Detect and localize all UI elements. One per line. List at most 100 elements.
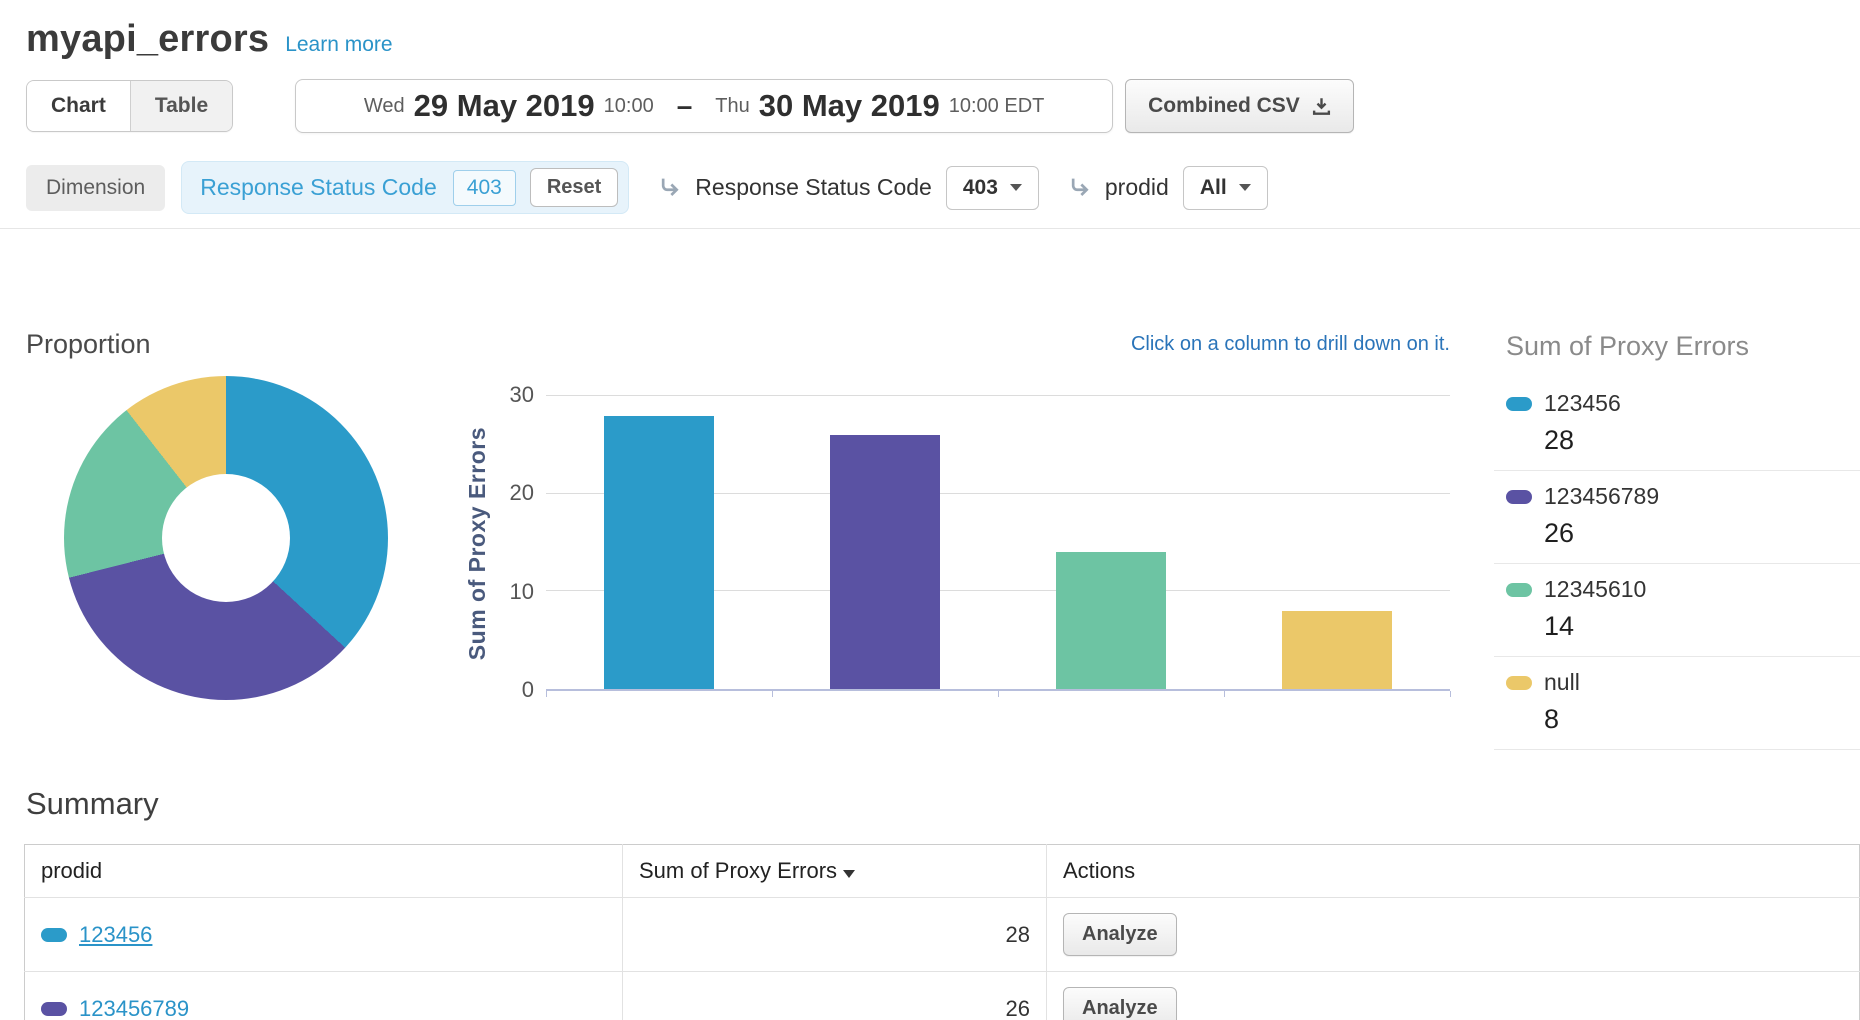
legend-value: 8 (1544, 704, 1860, 735)
active-filter-chip: Response Status Code 403 Reset (181, 161, 629, 214)
prodid-link[interactable]: 123456789 (79, 996, 189, 1020)
y-axis-tick-label: 10 (510, 579, 534, 605)
download-icon (1312, 97, 1331, 116)
prodid-select-value: All (1200, 176, 1227, 200)
column-header-prodid: prodid (25, 845, 623, 898)
legend-swatch (1506, 676, 1532, 690)
table-header-row: prodid Sum of Proxy Errors Actions (25, 845, 1860, 898)
status-code-select[interactable]: 403 (946, 166, 1039, 210)
legend-label: 123456 (1544, 390, 1621, 417)
combined-csv-label: Combined CSV (1148, 94, 1300, 118)
drilldown-label: Response Status Code (695, 174, 932, 201)
y-axis-label: Sum of Proxy Errors (464, 427, 491, 660)
analyze-button[interactable]: Analyze (1063, 987, 1177, 1020)
proportion-title: Proportion (26, 329, 426, 360)
donut-chart[interactable] (64, 376, 388, 700)
proportion-panel: Proportion (26, 329, 426, 750)
analyze-button[interactable]: Analyze (1063, 913, 1177, 956)
column-header-sum[interactable]: Sum of Proxy Errors (623, 845, 1047, 898)
chevron-down-icon (1010, 184, 1022, 191)
proportion-chart-card (26, 368, 426, 708)
y-axis-tick-label: 30 (510, 382, 534, 408)
y-axis-label-area: Sum of Proxy Errors (454, 396, 500, 691)
legend-swatch (1506, 397, 1532, 411)
drilldown-hint: Click on a column to drill down on it. (454, 329, 1450, 356)
filter-chip-label: Response Status Code (200, 174, 437, 201)
charts-section: Proportion Click on a column to drill do… (0, 229, 1860, 750)
filter-chip-value: 403 (453, 170, 516, 206)
y-axis-ticks: 0102030 (500, 396, 546, 691)
drilldown-arrow-icon (655, 174, 683, 202)
legend-items: 12345628123456789261234561014null8 (1494, 378, 1860, 750)
y-axis-tick-label: 20 (510, 480, 534, 506)
legend-label: 123456789 (1544, 483, 1659, 510)
bar-chart: Sum of Proxy Errors 0102030 (454, 396, 1450, 691)
bar-column[interactable] (830, 435, 940, 689)
bar-slot (546, 396, 772, 689)
view-toggle: Chart Table (26, 80, 233, 132)
date-start-day: Wed (364, 95, 405, 118)
actions-cell: Analyze (1047, 972, 1860, 1020)
sort-desc-icon (843, 870, 855, 878)
bar-slot (998, 396, 1224, 689)
y-axis-tick-label: 0 (522, 677, 534, 703)
bar-slot (772, 396, 998, 689)
filter-bar: Dimension Response Status Code 403 Reset… (26, 161, 1834, 214)
summary-table: prodid Sum of Proxy Errors Actions 12345… (24, 844, 1860, 1020)
legend-title: Sum of Proxy Errors (1506, 331, 1860, 362)
tab-chart[interactable]: Chart (27, 81, 130, 131)
tab-table[interactable]: Table (130, 81, 232, 131)
prodid-cell: 123456789 (25, 972, 623, 1020)
page: myapi_errors Learn more Chart Table Wed … (0, 0, 1860, 1020)
legend-item-row: 123456 (1506, 390, 1860, 417)
prodid-select[interactable]: All (1183, 166, 1268, 210)
date-end-time: 10:00 EDT (949, 95, 1045, 118)
bar-chart-panel: Click on a column to drill down on it. S… (454, 329, 1480, 750)
legend-swatch (1506, 490, 1532, 504)
bar-slot (1224, 396, 1450, 689)
legend-item-row: null (1506, 669, 1860, 696)
date-start-time: 10:00 (604, 95, 654, 118)
row-swatch (41, 928, 67, 942)
legend: Sum of Proxy Errors 12345628123456789261… (1480, 329, 1860, 750)
row-swatch (41, 1002, 67, 1016)
toolbar: Chart Table Wed 29 May 2019 10:00 – Thu … (26, 79, 1834, 133)
combined-csv-button[interactable]: Combined CSV (1125, 79, 1354, 133)
summary-title: Summary (26, 786, 1860, 822)
sum-cell: 26 (623, 972, 1047, 1020)
actions-cell: Analyze (1047, 898, 1860, 972)
bar-column[interactable] (604, 416, 714, 689)
drilldown-prodid: prodid All (1065, 166, 1268, 210)
legend-item: 123456 28 (1494, 378, 1860, 471)
legend-swatch (1506, 583, 1532, 597)
legend-item: 1234561014 (1494, 564, 1860, 657)
column-header-actions: Actions (1047, 845, 1860, 898)
legend-item-row: 12345610 (1506, 576, 1860, 603)
legend-value: 28 (1544, 425, 1860, 456)
status-code-select-value: 403 (963, 176, 998, 200)
legend-item-row: 123456789 (1506, 483, 1860, 510)
summary-section: Summary prodid Sum of Proxy Errors Actio… (0, 786, 1860, 1020)
prodid-cell: 123456 (25, 898, 623, 972)
legend-label: 12345610 (1544, 576, 1646, 603)
dimension-label: Dimension (26, 165, 165, 211)
chevron-down-icon (1239, 184, 1251, 191)
bar-column[interactable] (1056, 552, 1166, 689)
table-row: 123456 28 Analyze (25, 898, 1860, 972)
date-end-date: 30 May 2019 (759, 88, 940, 124)
drilldown-label: prodid (1105, 174, 1169, 201)
drilldown-status-code: Response Status Code 403 (655, 166, 1039, 210)
column-header-sum-label: Sum of Proxy Errors (639, 858, 837, 883)
legend-label: null (1544, 669, 1580, 696)
reset-button[interactable]: Reset (530, 168, 618, 207)
learn-more-link[interactable]: Learn more (285, 33, 392, 57)
table-row: 123456789 26 Analyze (25, 972, 1860, 1020)
prodid-link[interactable]: 123456 (79, 922, 152, 948)
drilldown-arrow-icon (1065, 174, 1093, 202)
sum-cell: 28 (623, 898, 1047, 972)
date-range-picker[interactable]: Wed 29 May 2019 10:00 – Thu 30 May 2019 … (295, 79, 1113, 133)
bar-column[interactable] (1282, 611, 1392, 689)
date-end-day: Thu (715, 95, 749, 118)
summary-table-body: 12345628Analyze12345678926Analyze1234561… (25, 898, 1860, 1020)
date-range-separator: – (677, 90, 693, 122)
